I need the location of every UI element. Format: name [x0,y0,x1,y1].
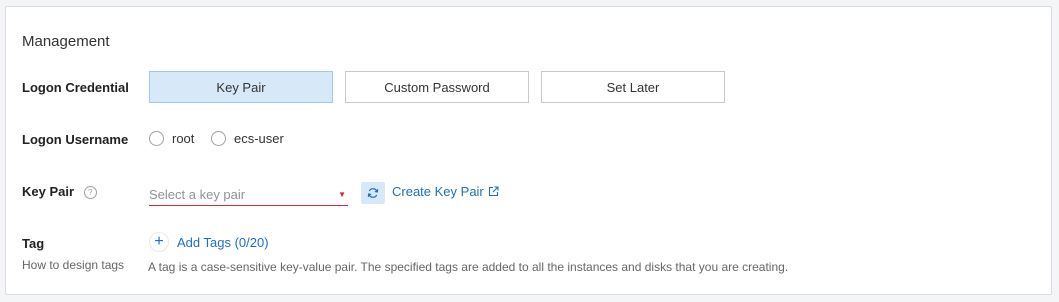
add-tags-label: Add Tags (0/20) [177,234,269,250]
radio-circle[interactable] [149,131,164,146]
how-to-design-tags-text: How to design tags [22,258,125,272]
key-pair-row: Key Pair ? [22,184,97,200]
external-link-icon [488,186,499,197]
refresh-icon [367,188,379,198]
custom-password-option-button[interactable]: Custom Password [345,71,529,103]
management-card: Management Logon Credential Key Pair Cus… [5,6,1052,295]
set-later-option-button[interactable]: Set Later [541,71,725,103]
key-pair-select[interactable]: Select a key pair ▼ [149,183,348,206]
caret-down-icon: ▼ [338,189,346,199]
key-pair-select-placeholder: Select a key pair [149,186,246,202]
create-key-pair-label: Create Key Pair [392,184,484,199]
logon-credential-label: Logon Credential [22,80,129,95]
tag-hint: A tag is a case-sensitive key-value pair… [148,260,789,274]
radio-ecs-user-label: ecs-user [234,131,284,146]
key-pair-option-button[interactable]: Key Pair [149,71,333,103]
logon-username-label: Logon Username [22,132,129,147]
radio-root[interactable]: root [149,131,194,146]
radio-ecs-user[interactable]: ecs-user [211,131,284,146]
add-tags-button[interactable]: + Add Tags (0/20) [149,233,269,251]
section-title: Management [22,33,110,50]
plus-icon: + [150,233,168,251]
create-key-pair-link[interactable]: Create Key Pair [392,184,499,199]
question-circle-icon[interactable]: ? [83,186,97,200]
radio-circle[interactable] [211,131,226,146]
key-pair-label: Key Pair [22,184,75,199]
tag-label: Tag [22,236,45,251]
refresh-button[interactable] [361,182,385,204]
radio-root-label: root [172,131,195,146]
